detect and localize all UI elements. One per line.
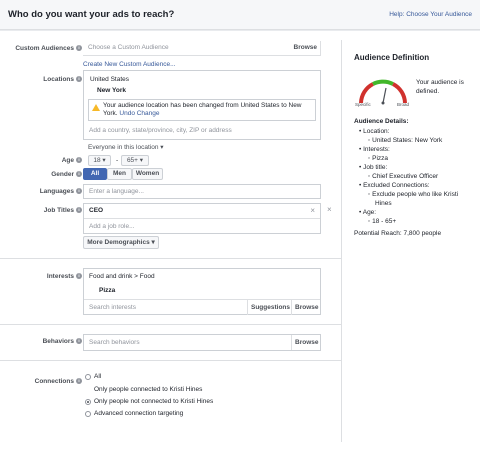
location-warning: Your audience location has been changed … <box>88 99 316 121</box>
interest-suggestions-button[interactable]: Suggestions <box>251 304 290 311</box>
audience-definition-title: Audience Definition <box>354 53 430 62</box>
divider <box>0 324 341 325</box>
detail-interests: • Interests: <box>359 146 390 153</box>
potential-reach: Potential Reach: 7,800 people <box>354 230 442 237</box>
detail-excluded-value-cont: Hines <box>375 200 392 207</box>
interests-box: Food and drink > Food Pizza Search inter… <box>83 268 321 315</box>
language-input[interactable]: Enter a language... <box>83 184 321 199</box>
info-icon: i <box>76 45 82 52</box>
job-titles-remove-icon[interactable]: × <box>327 205 332 214</box>
connection-option-connected[interactable]: Only people connected to Kristi Hines <box>94 386 202 393</box>
location-city[interactable]: New York <box>97 87 126 94</box>
location-input[interactable]: Add a country, state/province, city, ZIP… <box>89 127 232 134</box>
age-max-select[interactable]: 65+ ▾ <box>121 155 149 166</box>
page-title: Who do you want your ads to reach? <box>8 9 175 20</box>
interest-search-input[interactable]: Search interests <box>89 304 136 311</box>
gauge-broad-label: Broad <box>397 102 410 107</box>
behaviors-label: Behaviors i <box>43 338 82 345</box>
gauge-needle <box>382 87 387 104</box>
connection-radio-advanced[interactable] <box>85 411 91 417</box>
info-icon: i <box>76 188 82 195</box>
connections-label: Connections i <box>35 378 82 385</box>
location-box: United States New York Your audience loc… <box>83 70 321 140</box>
job-title-clear-icon[interactable]: × <box>310 206 315 215</box>
info-icon: i <box>76 171 82 178</box>
languages-label: Languages i <box>40 188 82 195</box>
connection-radio-not-connected[interactable] <box>85 399 91 405</box>
detail-job-title: • Job title: <box>359 164 388 171</box>
info-icon: i <box>76 273 82 280</box>
detail-age-value: ◦ 18 - 65+ <box>368 218 397 225</box>
divider <box>0 360 341 361</box>
warning-icon <box>92 104 100 111</box>
info-icon: i <box>76 76 82 83</box>
detail-job-title-value: ◦ Chief Executive Officer <box>368 173 439 180</box>
detail-excluded-value: ◦ Exclude people who like Kristi <box>368 191 459 198</box>
audience-details-title: Audience Details: <box>354 118 409 125</box>
detail-location-value: ◦ United States: New York <box>368 137 443 144</box>
job-titles-label: Job Titles i <box>44 207 82 214</box>
custom-audiences-label: Custom Audiences i <box>15 45 82 52</box>
age-min-select[interactable]: 18 ▾ <box>88 155 111 166</box>
age-label: Age i <box>62 157 82 164</box>
location-scope-dropdown[interactable]: Everyone in this location ▾ <box>88 143 164 151</box>
interest-path: Food and drink > Food <box>89 273 155 280</box>
behaviors-input[interactable]: Search behaviors Browse <box>83 334 321 351</box>
behaviors-browse-button[interactable]: Browse <box>295 339 318 346</box>
info-icon: i <box>76 157 82 164</box>
info-icon: i <box>76 378 82 385</box>
audience-defined-text: Your audience is <box>416 79 464 86</box>
location-country: United States <box>90 76 130 83</box>
create-custom-audience-link[interactable]: Create New Custom Audience... <box>83 61 176 68</box>
locations-label: Locations i <box>43 76 82 83</box>
chevron-down-icon: ▾ <box>160 144 164 151</box>
custom-audience-browse-button[interactable]: Browse <box>294 44 317 51</box>
info-icon: i <box>76 207 82 214</box>
page-header: Who do you want your ads to reach? Help:… <box>0 0 480 30</box>
interests-label: Interests i <box>47 273 82 280</box>
audience-defined-text-2: defined. <box>416 88 440 95</box>
interest-browse-button[interactable]: Browse <box>295 304 318 311</box>
help-link[interactable]: Help: Choose Your Audience <box>389 11 472 18</box>
gender-label: Gender i <box>51 171 82 178</box>
info-icon: i <box>76 338 82 345</box>
custom-audience-input[interactable]: Choose a Custom Audience Browse <box>83 41 321 56</box>
gender-men-button[interactable]: Men <box>107 168 132 180</box>
detail-interests-value: ◦ Pizza <box>368 155 389 162</box>
connection-radio-all[interactable] <box>85 374 91 380</box>
chevron-down-icon: ▾ <box>151 239 155 246</box>
detail-age: • Age: <box>359 209 377 216</box>
gauge-specific-label: Specific <box>355 102 371 107</box>
undo-change-link[interactable]: Undo Change <box>119 110 159 117</box>
job-role-input[interactable]: Add a job role... <box>89 223 135 230</box>
interest-tag[interactable]: Pizza <box>99 287 115 294</box>
gender-all-button[interactable]: All <box>83 168 107 180</box>
more-demographics-button[interactable]: More Demographics ▾ <box>83 236 159 249</box>
job-title-tag[interactable]: CEO <box>89 207 103 214</box>
divider <box>0 258 341 259</box>
detail-excluded: • Excluded Connections: <box>359 182 430 189</box>
job-titles-box: CEO × Add a job role... <box>83 203 321 234</box>
detail-location: • Location: <box>359 128 390 135</box>
gender-women-button[interactable]: Women <box>132 168 163 180</box>
